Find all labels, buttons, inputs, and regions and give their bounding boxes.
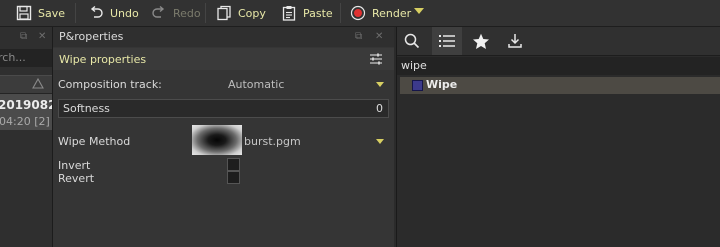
paste-button[interactable]: Paste — [281, 0, 333, 26]
list-icon — [439, 35, 455, 47]
composition-track-dropdown[interactable]: Automatic — [223, 74, 389, 94]
effects-panel: wipe Wipe — [396, 27, 720, 247]
render-menu-button[interactable] — [414, 8, 424, 14]
panel-header: ⧉ ✕ — [0, 27, 52, 47]
effect-header: Wipe properties — [53, 48, 394, 70]
close-panel-icon[interactable]: ✕ — [38, 31, 46, 42]
list-tab[interactable] — [432, 27, 462, 55]
undo-icon — [90, 5, 103, 18]
warning-triangle-icon — [32, 78, 44, 89]
sliders-icon[interactable] — [369, 52, 383, 66]
effects-toolbar — [397, 27, 720, 56]
redo-button[interactable]: Redo — [151, 0, 201, 26]
undo-button[interactable]: Undo — [88, 0, 139, 26]
copy-button[interactable]: Copy — [216, 0, 266, 26]
toolbar-separator — [340, 3, 341, 23]
softness-value: 0 — [376, 102, 383, 115]
search-tab[interactable] — [397, 27, 427, 55]
invert-label: Invert — [58, 159, 91, 172]
project-bin-panel: ⧉ ✕ rch... 20190820 04:20 [2] — [0, 27, 53, 247]
undo-label: Undo — [110, 6, 139, 20]
paste-icon — [282, 6, 296, 21]
save-label: Save — [38, 6, 66, 20]
redo-label: Redo — [173, 6, 201, 20]
clip-duration: 04:20 [2] — [0, 115, 50, 128]
composition-track-label: Composition track: — [58, 78, 162, 91]
effect-name: Wipe — [426, 78, 458, 91]
effects-search-input[interactable]: wipe — [397, 57, 720, 75]
copy-icon — [217, 5, 231, 21]
wipe-method-dropdown[interactable]: burst.pgm — [242, 131, 389, 153]
wipe-method-label: Wipe Method — [58, 135, 131, 148]
download-tab[interactable] — [500, 27, 530, 55]
softness-slider[interactable]: Softness 0 — [58, 99, 389, 118]
wipe-method-value: burst.pgm — [244, 135, 301, 148]
chevron-down-icon — [414, 8, 424, 14]
column-header[interactable] — [0, 75, 52, 94]
redo-icon — [152, 5, 165, 18]
wipe-thumbnail — [192, 125, 242, 155]
copy-label: Copy — [238, 6, 266, 20]
chevron-down-icon — [376, 82, 384, 87]
effect-title: Wipe properties — [59, 53, 147, 66]
float-panel-icon[interactable]: ⧉ — [355, 31, 362, 42]
favorites-tab[interactable] — [466, 27, 496, 55]
bin-search-input[interactable]: rch... — [0, 49, 52, 67]
chevron-down-icon — [376, 139, 384, 144]
revert-checkbox[interactable] — [227, 171, 240, 184]
softness-label: Softness — [63, 102, 110, 115]
invert-checkbox[interactable] — [227, 158, 240, 171]
properties-panel: P&roperties ⧉ ✕ Wipe properties Composit… — [53, 27, 394, 247]
paste-label: Paste — [303, 6, 333, 20]
render-button[interactable]: Render — [350, 0, 411, 26]
star-icon — [473, 33, 489, 49]
main-toolbar: Save Undo Redo Copy Paste Render — [0, 0, 720, 27]
clip-name: 20190820 — [0, 98, 52, 112]
effect-list-item[interactable]: Wipe — [400, 77, 720, 94]
save-button[interactable]: Save — [16, 0, 65, 26]
toolbar-separator — [75, 3, 76, 23]
panel-header: P&roperties ⧉ ✕ — [53, 27, 394, 47]
search-icon — [404, 33, 420, 49]
transition-icon — [412, 80, 423, 91]
close-panel-icon[interactable]: ✕ — [375, 31, 383, 42]
render-label: Render — [372, 6, 412, 20]
toolbar-separator — [205, 3, 206, 23]
composition-track-value: Automatic — [228, 78, 285, 91]
panel-title: P&roperties — [59, 30, 124, 43]
float-panel-icon[interactable]: ⧉ — [20, 31, 27, 42]
save-icon — [16, 5, 32, 21]
record-icon — [350, 5, 366, 21]
revert-label: Revert — [58, 172, 95, 185]
download-icon — [508, 34, 522, 48]
